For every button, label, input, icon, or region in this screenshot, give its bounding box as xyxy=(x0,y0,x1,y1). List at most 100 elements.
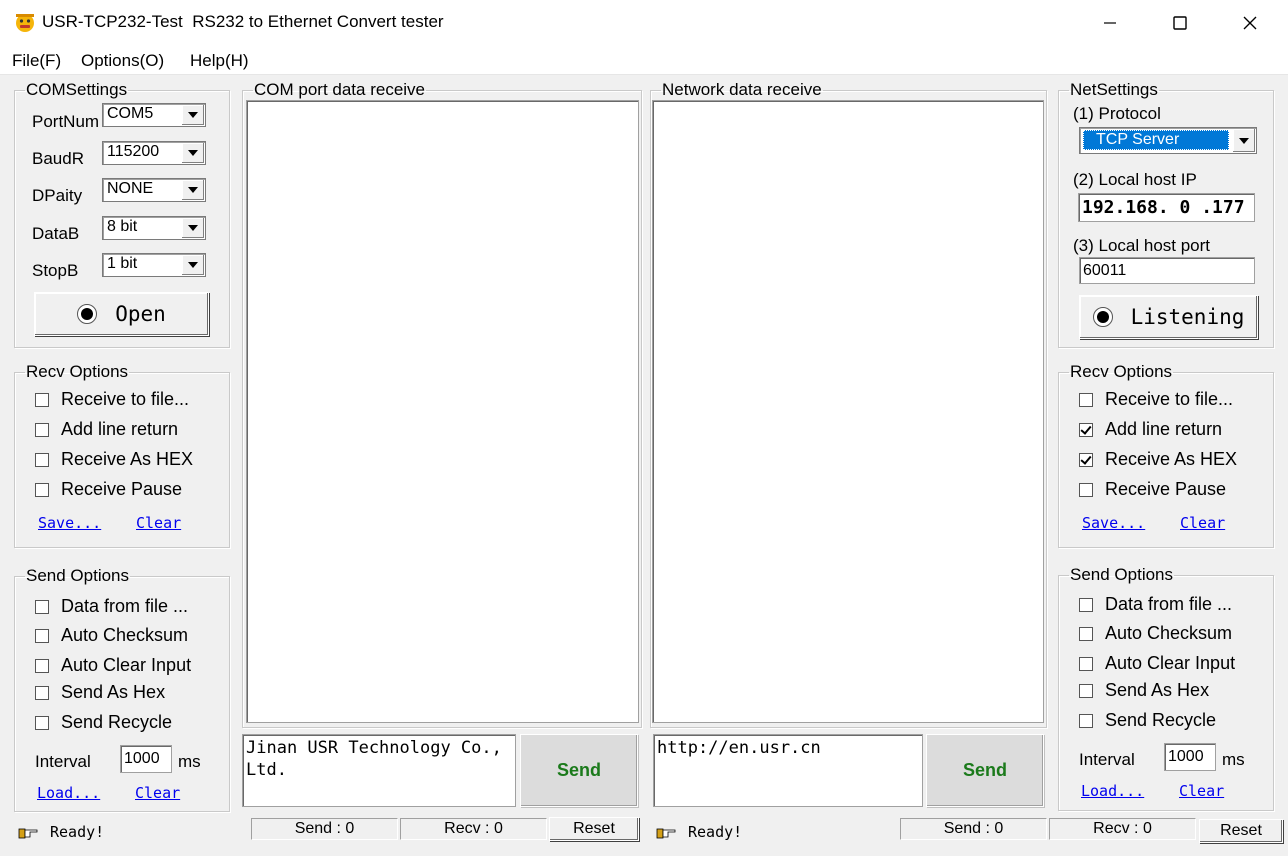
app-icon xyxy=(16,14,34,32)
close-button[interactable] xyxy=(1215,0,1285,46)
checkbox-checked[interactable] xyxy=(1079,452,1093,467)
right-recv-as-hex-label: Receive As HEX xyxy=(1105,449,1238,469)
left-interval-unit: ms xyxy=(178,752,201,771)
left-recv-to-file[interactable]: Receive to file... xyxy=(35,389,189,410)
checkbox[interactable] xyxy=(1079,597,1093,612)
menu-file[interactable]: File(F) xyxy=(12,51,61,71)
checkbox[interactable] xyxy=(35,658,49,673)
left-reset-button[interactable]: Reset xyxy=(549,817,639,841)
checkbox[interactable] xyxy=(35,599,49,614)
right-ready-text: Ready! xyxy=(688,823,743,841)
left-save-link[interactable]: Save... xyxy=(38,514,101,532)
local-port-input[interactable]: 60011 xyxy=(1079,257,1255,284)
title-bar: USR-TCP232-Test RS232 to Ethernet Conver… xyxy=(0,0,1288,46)
left-send-as-hex[interactable]: Send As Hex xyxy=(35,682,165,703)
right-recv-to-file-label: Receive to file... xyxy=(1105,389,1234,409)
checkbox[interactable] xyxy=(35,392,49,407)
right-load-link[interactable]: Load... xyxy=(1081,782,1144,800)
left-auto-checksum[interactable]: Auto Checksum xyxy=(35,625,188,646)
left-interval-label: Interval xyxy=(35,752,91,771)
local-ip-input[interactable]: 192.168. 0 .177 xyxy=(1078,193,1255,222)
record-icon xyxy=(1092,307,1113,327)
right-recv-clear-link[interactable]: Clear xyxy=(1180,514,1225,532)
protocol-select[interactable]: TCP Server xyxy=(1079,127,1257,154)
maximize-button[interactable] xyxy=(1145,0,1215,46)
checkbox[interactable] xyxy=(1079,683,1093,698)
chevron-down-icon[interactable] xyxy=(181,143,204,163)
listen-button[interactable]: Listening xyxy=(1079,295,1258,339)
left-status-ready: Ready! xyxy=(18,823,104,841)
left-recv-pause[interactable]: Receive Pause xyxy=(35,479,182,500)
net-send-input[interactable]: http://en.usr.cn xyxy=(653,734,923,807)
right-auto-clear-input[interactable]: Auto Clear Input xyxy=(1079,653,1235,674)
right-add-line-return[interactable]: Add line return xyxy=(1079,419,1222,440)
checkbox[interactable] xyxy=(35,715,49,730)
checkbox[interactable] xyxy=(35,482,49,497)
left-load-link[interactable]: Load... xyxy=(37,784,100,802)
record-icon xyxy=(77,304,98,324)
right-data-from-file[interactable]: Data from file ... xyxy=(1079,594,1232,615)
left-recv-as-hex-label: Receive As HEX xyxy=(61,449,194,469)
open-button[interactable]: Open xyxy=(34,292,209,336)
right-auto-checksum[interactable]: Auto Checksum xyxy=(1079,623,1232,644)
right-recv-to-file[interactable]: Receive to file... xyxy=(1079,389,1233,410)
parity-label: DPaity xyxy=(32,186,83,205)
left-data-from-file-label: Data from file ... xyxy=(61,596,189,616)
stopb-select[interactable]: 1 bit xyxy=(102,253,206,277)
checkbox-checked[interactable] xyxy=(1079,422,1093,437)
right-send-clear-link[interactable]: Clear xyxy=(1179,782,1224,800)
com-send-button[interactable]: Send xyxy=(520,734,638,807)
right-auto-checksum-label: Auto Checksum xyxy=(1105,623,1233,643)
chevron-down-icon[interactable] xyxy=(181,218,204,238)
portnum-value: COM5 xyxy=(107,105,154,122)
com-receive-textarea[interactable] xyxy=(246,100,639,723)
checkbox[interactable] xyxy=(1079,626,1093,641)
right-recv-pause-label: Receive Pause xyxy=(1105,479,1227,499)
checkbox[interactable] xyxy=(35,685,49,700)
right-recv-count: Recv : 0 xyxy=(1049,818,1196,840)
checkbox[interactable] xyxy=(1079,392,1093,407)
left-auto-clear-input[interactable]: Auto Clear Input xyxy=(35,655,191,676)
left-data-from-file[interactable]: Data from file ... xyxy=(35,596,188,617)
left-send-recycle[interactable]: Send Recycle xyxy=(35,712,172,733)
checkbox[interactable] xyxy=(1079,713,1093,728)
net-receive-textarea[interactable] xyxy=(652,100,1044,723)
parity-select[interactable]: NONE xyxy=(102,178,206,202)
checkbox[interactable] xyxy=(35,628,49,643)
chevron-down-icon[interactable] xyxy=(181,255,204,275)
left-interval-input[interactable]: 1000 xyxy=(120,745,172,773)
com-send-input[interactable]: Jinan USR Technology Co., Ltd. xyxy=(242,734,516,807)
portnum-select[interactable]: COM5 xyxy=(102,103,206,127)
right-data-from-file-label: Data from file ... xyxy=(1105,594,1233,614)
right-recv-as-hex[interactable]: Receive As HEX xyxy=(1079,449,1237,470)
left-recv-to-file-label: Receive to file... xyxy=(61,389,190,409)
right-recv-pause[interactable]: Receive Pause xyxy=(1079,479,1226,500)
baudr-value: 115200 xyxy=(107,143,160,160)
right-send-recycle[interactable]: Send Recycle xyxy=(1079,710,1216,731)
checkbox[interactable] xyxy=(35,422,49,437)
local-ip-label: (2) Local host IP xyxy=(1073,170,1197,189)
baudr-select[interactable]: 115200 xyxy=(102,141,206,165)
net-send-button[interactable]: Send xyxy=(926,734,1044,807)
left-recv-as-hex[interactable]: Receive As HEX xyxy=(35,449,193,470)
chevron-down-icon[interactable] xyxy=(181,105,204,125)
minimize-button[interactable] xyxy=(1075,0,1145,46)
datab-select[interactable]: 8 bit xyxy=(102,216,206,240)
checkbox[interactable] xyxy=(1079,482,1093,497)
menu-options[interactable]: Options(O) xyxy=(81,51,164,71)
right-save-link[interactable]: Save... xyxy=(1082,514,1145,532)
left-send-clear-link[interactable]: Clear xyxy=(135,784,180,802)
right-status-ready: Ready! xyxy=(656,823,742,841)
checkbox[interactable] xyxy=(35,452,49,467)
stopb-label: StopB xyxy=(32,261,79,280)
open-button-label: Open xyxy=(115,302,166,326)
right-interval-input[interactable]: 1000 xyxy=(1164,743,1216,771)
chevron-down-icon[interactable] xyxy=(1232,129,1255,152)
menu-help[interactable]: Help(H) xyxy=(190,51,249,71)
chevron-down-icon[interactable] xyxy=(181,180,204,200)
right-send-as-hex[interactable]: Send As Hex xyxy=(1079,680,1209,701)
left-recv-clear-link[interactable]: Clear xyxy=(136,514,181,532)
left-add-line-return[interactable]: Add line return xyxy=(35,419,178,440)
right-reset-button[interactable]: Reset xyxy=(1199,819,1283,843)
checkbox[interactable] xyxy=(1079,656,1093,671)
